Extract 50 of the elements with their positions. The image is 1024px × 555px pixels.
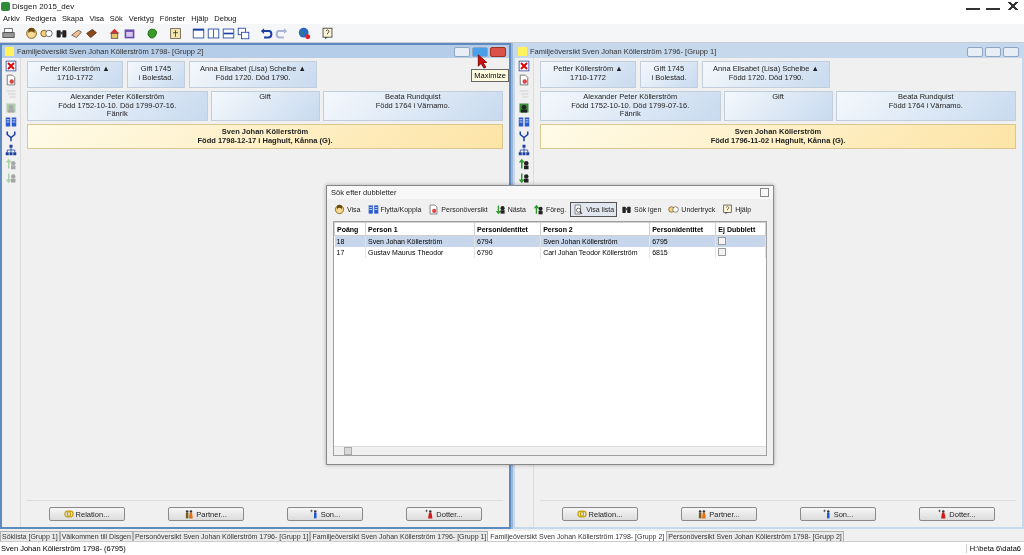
printer-icon[interactable]: [2, 26, 15, 40]
tree-icon[interactable]: [169, 26, 182, 40]
help-icon: [722, 203, 734, 215]
rings-icon: [576, 509, 587, 519]
document-icon[interactable]: [5, 74, 17, 86]
columns-icon[interactable]: [518, 116, 530, 128]
cursor-icon: [477, 54, 489, 69]
fork-icon[interactable]: [5, 130, 17, 142]
undo-icon[interactable]: [260, 26, 273, 40]
globe-icon[interactable]: [298, 26, 311, 40]
house-icon[interactable]: [108, 26, 121, 40]
faces-icon: [668, 203, 680, 215]
face-icon[interactable]: [25, 26, 38, 40]
columns-icon: [367, 203, 379, 215]
person-down-icon: [494, 203, 506, 215]
cascade-icon[interactable]: [237, 26, 250, 40]
hierarchy-icon[interactable]: [518, 144, 530, 156]
delete-icon[interactable]: [518, 60, 530, 72]
calendar-icon[interactable]: [123, 26, 136, 40]
columns-icon[interactable]: [207, 26, 220, 40]
magnifier-icon: [573, 203, 585, 215]
couple-icon: [184, 509, 195, 519]
people-icon[interactable]: [518, 102, 530, 114]
person-up-icon[interactable]: [518, 158, 530, 170]
daughter-icon: [937, 509, 948, 519]
rings-icon: [63, 509, 74, 519]
document-icon[interactable]: [518, 74, 530, 86]
person-down-icon[interactable]: [518, 172, 530, 184]
app-logo-icon: [1, 1, 10, 11]
window-icon: [5, 47, 14, 56]
couple-icon: [697, 509, 708, 519]
horizontal-scrollbar[interactable]: [334, 446, 766, 455]
close-button[interactable]: [1006, 2, 1020, 10]
window-icon: [518, 47, 527, 56]
help-icon[interactable]: [321, 26, 334, 40]
checkbox[interactable]: [718, 248, 727, 256]
daughter-icon: [424, 509, 435, 519]
checkbox[interactable]: [718, 237, 727, 245]
son-icon: [821, 509, 832, 519]
delete-icon[interactable]: [5, 60, 17, 72]
window-icon[interactable]: [192, 26, 205, 40]
document-icon: [428, 203, 440, 215]
rows-icon[interactable]: [222, 26, 235, 40]
fork-icon[interactable]: [518, 130, 530, 142]
hierarchy-icon[interactable]: [5, 144, 17, 156]
son-icon: [308, 509, 319, 519]
person-up-icon: [532, 203, 544, 215]
face-icon: [334, 203, 345, 215]
columns-icon[interactable]: [5, 116, 17, 128]
window-title: Disgen 2015_dev: [12, 1, 75, 11]
